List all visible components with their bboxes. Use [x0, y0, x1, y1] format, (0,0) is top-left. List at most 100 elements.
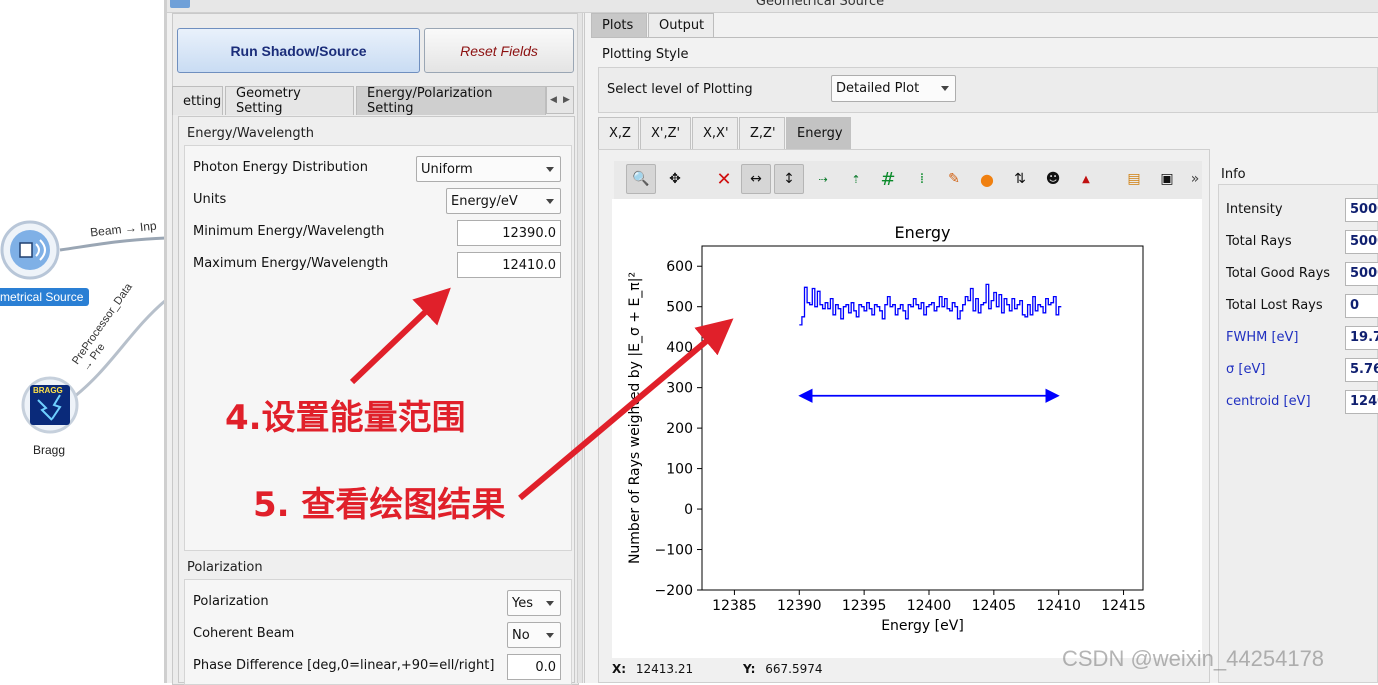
- min-energy-row: Minimum Energy/Wavelength 12390.0: [186, 218, 564, 248]
- coord-x-value: 12413.21: [635, 662, 694, 676]
- polarization-label: Polarization: [193, 594, 269, 609]
- y-log-icon[interactable]: ⇡: [841, 164, 871, 194]
- tab-scroll-left-icon[interactable]: ◀: [550, 95, 557, 105]
- units-select[interactable]: Energy/eV: [446, 188, 561, 214]
- select-level-select[interactable]: Detailed Plot: [831, 75, 956, 102]
- min-energy-input[interactable]: 12390.0: [457, 220, 561, 246]
- photon-energy-distribution-label: Photon Energy Distribution: [193, 160, 368, 175]
- plotting-style-title: Plotting Style: [602, 47, 689, 62]
- chevron-down-icon: [941, 86, 949, 91]
- polarization-section-title: Polarization: [187, 560, 263, 575]
- info-label: centroid [eV]: [1226, 394, 1311, 409]
- bragg-node-label[interactable]: Bragg: [33, 443, 65, 457]
- x-log-icon[interactable]: ⇢: [808, 164, 838, 194]
- info-label: Total Lost Rays: [1226, 298, 1323, 313]
- info-row-centroid: centroid [eV] 1240: [1226, 389, 1378, 415]
- info-label: σ [eV]: [1226, 362, 1266, 377]
- polarization-select[interactable]: Yes: [507, 590, 561, 616]
- y-tick-label: 100: [666, 462, 693, 478]
- info-value[interactable]: 5.768: [1345, 358, 1378, 382]
- info-row-total-good-rays: Total Good Rays 5000: [1226, 261, 1378, 287]
- x-axis-label: Energy [eV]: [881, 618, 964, 634]
- chart-title: Energy: [894, 223, 950, 242]
- info-value[interactable]: 5000: [1345, 262, 1378, 286]
- info-label: Total Good Rays: [1226, 266, 1331, 281]
- energy-figure[interactable]: 12385 12390 12395 12400 12405 12410 12415 −200 −…: [612, 199, 1202, 658]
- y-tick-label: 500: [666, 300, 693, 316]
- tab-plot-zzp[interactable]: Z,Z': [739, 117, 785, 149]
- coherent-beam-select[interactable]: No: [507, 622, 561, 648]
- x-tick-label: 12400: [907, 598, 952, 614]
- annotation-step5: 5. 查看绘图结果: [253, 485, 506, 525]
- grid-icon[interactable]: #: [873, 164, 903, 194]
- y-axis-invert-icon[interactable]: ⇅: [1005, 164, 1035, 194]
- info-value[interactable]: 0: [1345, 294, 1378, 318]
- info-value[interactable]: 19.79: [1345, 326, 1378, 350]
- y-tick-label: −100: [655, 543, 693, 559]
- fit-icon[interactable]: ▲: [1071, 164, 1101, 194]
- coord-x-label: X:: [612, 662, 627, 676]
- panel-splitter[interactable]: [577, 13, 583, 683]
- photon-energy-distribution-row: Photon Energy Distribution Uniform: [186, 154, 564, 184]
- plot-area: [701, 245, 1144, 591]
- select-level-value: Detailed Plot: [836, 81, 920, 96]
- window-title: Geometrical Source: [755, 0, 885, 9]
- reset-fields-button[interactable]: Reset Fields: [424, 28, 574, 73]
- polarization-row: Polarization Yes: [186, 588, 564, 618]
- tab-plot-xpzp[interactable]: X',Z': [640, 117, 691, 149]
- toolbar-more-icon[interactable]: »: [1180, 164, 1210, 194]
- photon-energy-distribution-value: Uniform: [421, 161, 473, 177]
- coherent-beam-value: No: [512, 627, 530, 643]
- tab-plot-xxp[interactable]: X,X': [692, 117, 738, 149]
- source-node-label[interactable]: metrical Source: [0, 288, 90, 306]
- tab-source-setting[interactable]: etting: [172, 86, 223, 115]
- ellipse-icon[interactable]: ●: [972, 164, 1002, 194]
- tab-plots[interactable]: Plots: [591, 13, 647, 37]
- x-tick-label: 12385: [712, 598, 757, 614]
- info-value[interactable]: 1240: [1345, 390, 1378, 414]
- tab-scroll-arrows[interactable]: ◀ ▶: [546, 86, 574, 114]
- x-autoscale-icon[interactable]: ↔: [741, 164, 771, 194]
- pan-icon[interactable]: ✥: [660, 164, 690, 194]
- info-value[interactable]: 5000: [1345, 198, 1378, 222]
- workflow-canvas[interactable]: Beam → Inp PreProcessor_Data → Pre metri…: [0, 0, 166, 683]
- y-autoscale-icon[interactable]: ↕: [774, 164, 804, 194]
- info-panel: [1218, 184, 1378, 683]
- run-shadow-source-button[interactable]: Run Shadow/Source: [177, 28, 420, 73]
- tab-divider: [591, 37, 1378, 38]
- copy-icon[interactable]: ▤: [1119, 164, 1149, 194]
- beam-link[interactable]: [59, 236, 166, 252]
- tab-energy-polarization-setting[interactable]: Energy/Polarization Setting: [356, 86, 546, 116]
- polarization-value: Yes: [512, 595, 533, 611]
- colormap-icon[interactable]: ✎: [939, 164, 969, 194]
- y-tick-label: 300: [666, 381, 693, 397]
- max-energy-row: Maximum Energy/Wavelength 12410.0: [186, 250, 564, 280]
- mask-icon[interactable]: ☻: [1038, 164, 1068, 194]
- clear-icon[interactable]: ✕: [709, 164, 739, 194]
- chevron-down-icon: [546, 633, 554, 638]
- info-value[interactable]: 5000: [1345, 230, 1378, 254]
- max-energy-input[interactable]: 12410.0: [457, 252, 561, 278]
- info-row-total-rays: Total Rays 5000: [1226, 229, 1378, 255]
- tab-plot-xz[interactable]: X,Z: [598, 117, 639, 149]
- chevron-down-icon: [546, 601, 554, 606]
- y-axis-label: Number of Rays weighted by |E_σ + E_π|²: [627, 272, 643, 564]
- tab-scroll-right-icon[interactable]: ▶: [563, 95, 570, 105]
- phase-difference-input[interactable]: 0.0: [507, 654, 561, 680]
- tab-plot-energy[interactable]: Energy: [786, 117, 851, 149]
- window-app-icon: [170, 0, 190, 8]
- curve-style-icon[interactable]: ⁞: [907, 164, 937, 194]
- tab-output[interactable]: Output: [648, 13, 714, 37]
- zoom-icon[interactable]: 🔍: [626, 164, 656, 194]
- y-tick-label: −200: [655, 583, 693, 599]
- tab-geometry-setting[interactable]: Geometry Setting: [225, 86, 354, 116]
- photon-energy-distribution-select[interactable]: Uniform: [416, 156, 561, 182]
- energy-chart: 12385 12390 12395 12400 12405 12410 12415 −200 −…: [627, 223, 1146, 634]
- select-level-label: Select level of Plotting: [607, 82, 753, 97]
- save-icon[interactable]: ▣: [1152, 164, 1182, 194]
- info-label: Intensity: [1226, 202, 1283, 217]
- y-tick-label: 400: [666, 340, 693, 356]
- x-tick-label: 12410: [1036, 598, 1081, 614]
- units-label: Units: [193, 192, 227, 207]
- info-row-sigma: σ [eV] 5.768: [1226, 357, 1378, 383]
